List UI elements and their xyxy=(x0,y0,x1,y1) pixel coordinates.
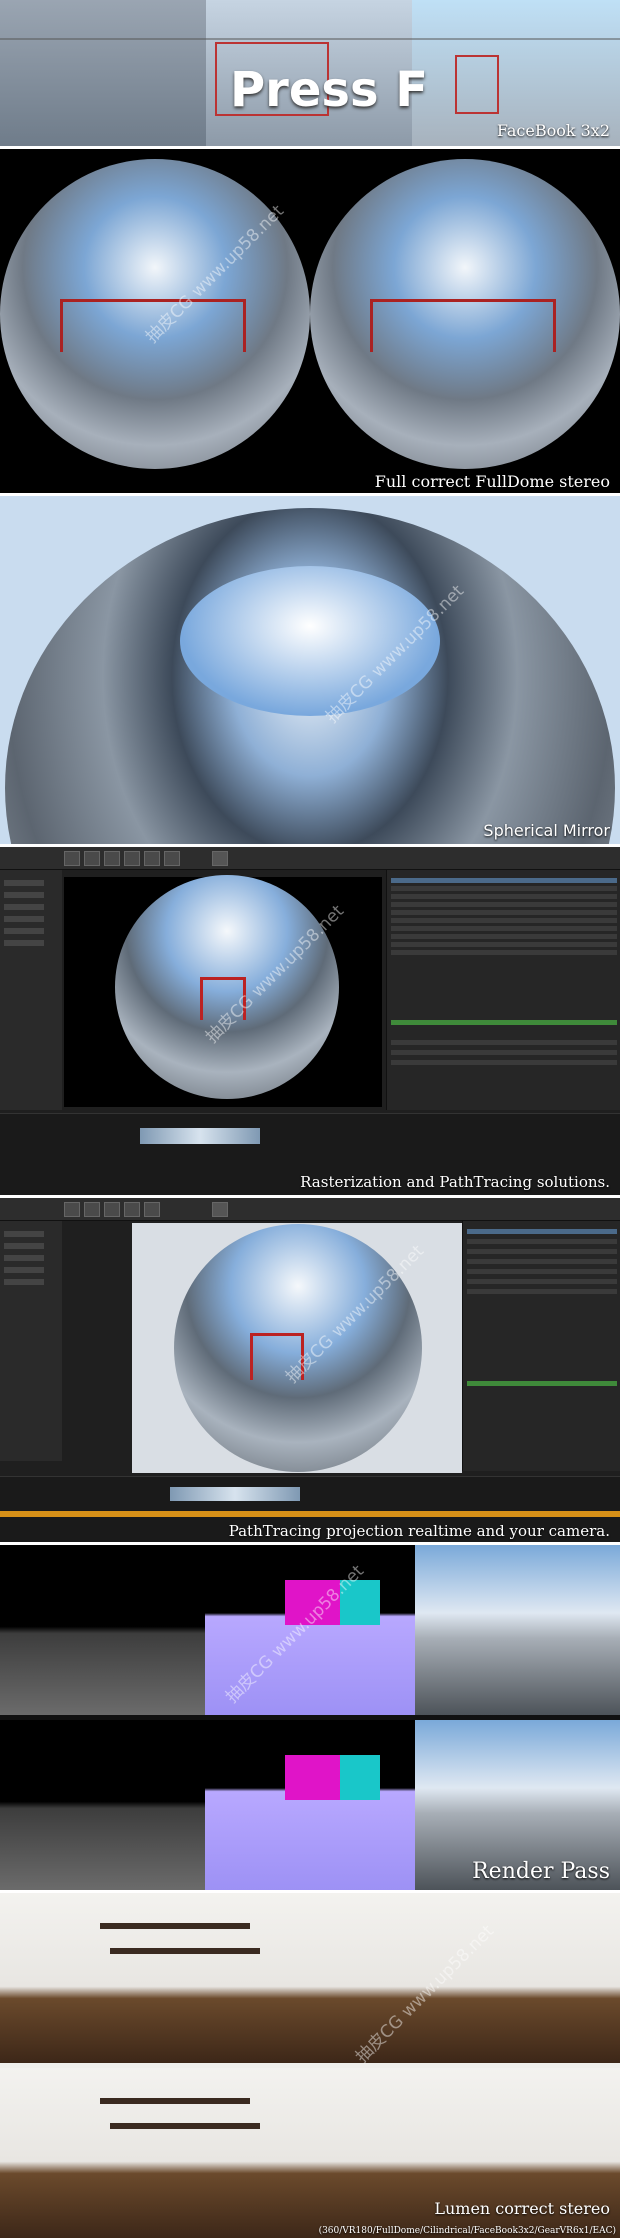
red-pillars xyxy=(60,299,246,352)
panel-editor-rasterization: Rasterization and PathTracing solutions. xyxy=(0,847,620,1195)
magenta-block xyxy=(285,1755,345,1800)
panel-caption: Lumen correct stereo xyxy=(434,2199,610,2218)
grid-line xyxy=(0,38,620,40)
timeline-bar xyxy=(0,1511,620,1517)
room-top xyxy=(0,1893,620,2063)
panel-fulldome-stereo: Full correct FullDome stereo xyxy=(0,149,620,493)
panel-caption: Full correct FullDome stereo xyxy=(374,472,610,491)
panel-caption: FaceBook 3x2 xyxy=(496,121,610,140)
toolbar-icon[interactable] xyxy=(124,1202,140,1217)
panel-spherical-mirror: Spherical Mirror xyxy=(0,496,620,844)
red-pillars xyxy=(370,299,556,352)
play-icon[interactable] xyxy=(212,1202,228,1217)
shelf xyxy=(100,1923,250,1929)
cyan-block xyxy=(340,1580,380,1625)
place-actors-panel xyxy=(0,1221,62,1461)
pass-depth-1 xyxy=(0,1545,205,1715)
red-frame xyxy=(455,55,499,114)
toolbar-icon[interactable] xyxy=(84,851,100,866)
panel-caption: Spherical Mirror xyxy=(483,821,610,840)
panel-facebook-3x2: Press F FaceBook 3x2 xyxy=(0,0,620,146)
red-frame xyxy=(250,1333,304,1380)
editor-toolbar xyxy=(0,847,620,870)
panel-editor-pathtracing: PathTracing projection realtime and your… xyxy=(0,1198,620,1542)
toolbar-icon[interactable] xyxy=(64,1202,80,1217)
play-icon[interactable] xyxy=(212,851,228,866)
outliner-panel xyxy=(462,1221,620,1471)
toolbar-icon[interactable] xyxy=(164,851,180,866)
shelf xyxy=(110,1948,260,1954)
shelf xyxy=(110,2123,260,2129)
panel-render-pass: Render Pass xyxy=(0,1545,620,1890)
toolbar-icon[interactable] xyxy=(104,851,120,866)
magenta-block xyxy=(285,1580,345,1625)
inner-sky xyxy=(180,566,440,716)
place-actors-panel xyxy=(0,870,62,1110)
toolbar-icon[interactable] xyxy=(144,1202,160,1217)
red-frame xyxy=(200,977,246,1020)
timeline-strip xyxy=(140,1128,260,1144)
pass-depth-2 xyxy=(0,1720,205,1890)
toolbar-icon[interactable] xyxy=(64,851,80,866)
panel-caption: Render Pass xyxy=(472,1859,610,1884)
panel-lumen-stereo: Lumen correct stereo (360/VR180/FullDome… xyxy=(0,1893,620,2238)
panel-caption: Rasterization and PathTracing solutions. xyxy=(300,1173,610,1191)
pass-normal-2 xyxy=(205,1720,415,1890)
pass-color-1 xyxy=(415,1545,620,1715)
panel-caption: PathTracing projection realtime and your… xyxy=(228,1522,610,1540)
cyan-block xyxy=(340,1755,380,1800)
shelf xyxy=(100,2098,250,2104)
toolbar-icon[interactable] xyxy=(84,1202,100,1217)
toolbar-icon[interactable] xyxy=(104,1202,120,1217)
pass-normal-1 xyxy=(205,1545,415,1715)
timeline-strip xyxy=(170,1487,300,1501)
press-f-text: Press F xyxy=(230,62,429,118)
toolbar-icon[interactable] xyxy=(144,851,160,866)
outliner-panel xyxy=(386,870,620,1110)
toolbar-icon[interactable] xyxy=(124,851,140,866)
editor-toolbar xyxy=(0,1198,620,1221)
facebook-cell-left xyxy=(0,0,206,146)
panel-subcaption: (360/VR180/FullDome/Cilindrical/FaceBook… xyxy=(318,2226,616,2236)
